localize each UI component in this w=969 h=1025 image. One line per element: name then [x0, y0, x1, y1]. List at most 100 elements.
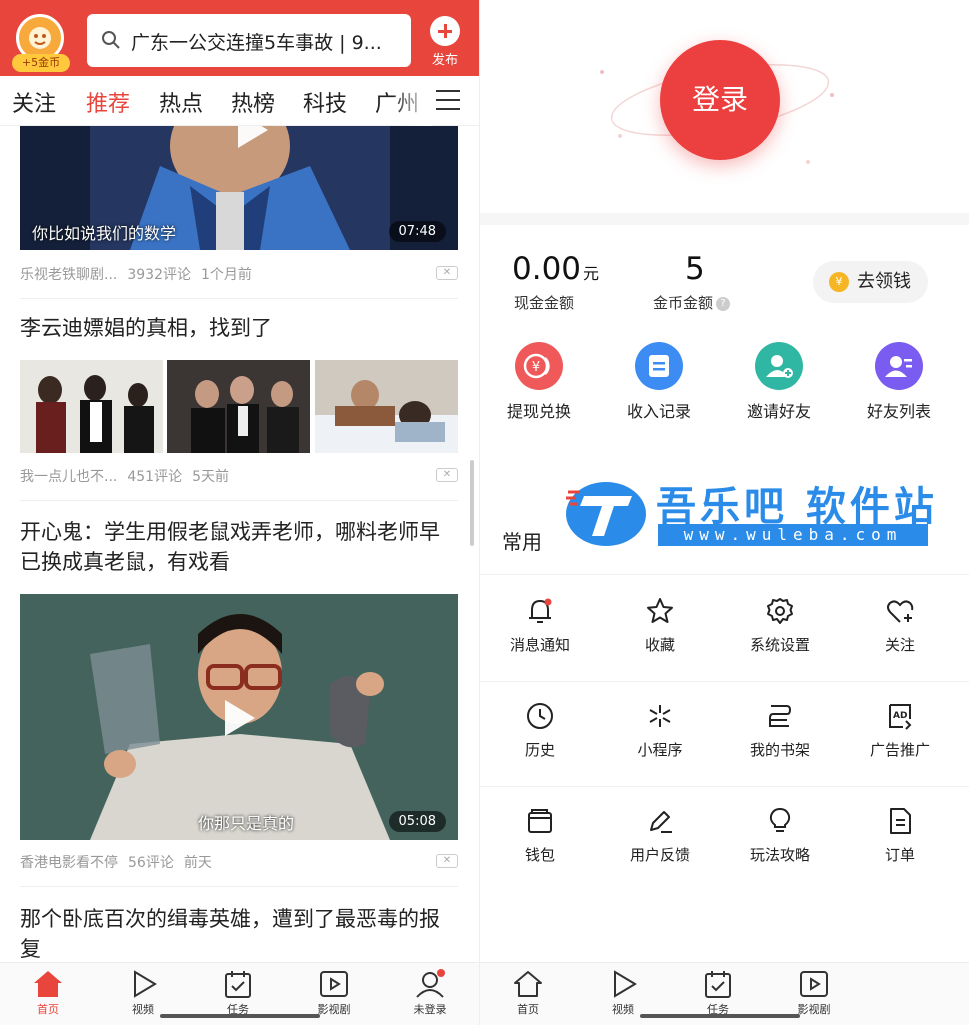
feed-meta-1: 乐视老铁聊剧... 3932评论 1个月前 [20, 264, 262, 284]
quick-label: 收入记录 [626, 402, 691, 421]
post-time: 1个月前 [201, 267, 252, 283]
login-header: 登录 [480, 0, 969, 213]
nav-task[interactable]: 任务 [206, 969, 270, 1017]
profile-screen: 登录 0.00 元 现金金额 5 金币金额? ¥ 去领钱 ¥ 提现兑换 收入记录 … [479, 0, 969, 1025]
tab-recommend[interactable]: 推荐 [86, 86, 130, 118]
nav-drama[interactable]: 影视剧 [302, 969, 366, 1017]
cash-amount[interactable]: 0.00 元 [512, 251, 599, 287]
nav-home[interactable]: 首页 [496, 969, 560, 1017]
article-image-1[interactable] [20, 360, 163, 453]
task-calendar-icon [225, 971, 251, 998]
feed-list: 你比如说我们的数学 07:48 乐视老铁聊剧... 3932评论 1个月前 ✕ 李云… [0, 126, 479, 962]
grid-history[interactable]: 历史 [480, 701, 600, 760]
video-duration: 05:08 [388, 811, 446, 832]
home-indicator[interactable] [640, 1014, 800, 1018]
quick-exchange[interactable]: ¥ 提现兑换 [484, 342, 594, 422]
home-indicator[interactable] [160, 1014, 320, 1018]
coin-badge: +5金币 [12, 54, 70, 72]
divider [480, 681, 969, 682]
grid-settings[interactable]: 系统设置 [720, 596, 840, 655]
grid-feedback[interactable]: 用户反馈 [600, 806, 720, 865]
quick-invite[interactable]: 邀请好友 [724, 342, 834, 422]
mini-program-icon [649, 705, 671, 727]
coin-label: 金币金额 [653, 294, 714, 312]
tab-follow[interactable]: 关注 [12, 86, 56, 118]
quick-income-record[interactable]: 收入记录 [604, 342, 714, 422]
tab-tech[interactable]: 科技 [303, 86, 347, 118]
nav-video[interactable]: 视频 [591, 969, 655, 1017]
video-thumbnail-1[interactable]: 你比如说我们的数学 07:48 [20, 126, 458, 250]
divider [20, 886, 458, 887]
grid-label: 用户反馈 [629, 846, 690, 864]
play-icon [238, 126, 268, 148]
top-bar: +5金币 广东一公交连撞5车事故 | 9... 发布 [0, 0, 479, 76]
coin-amount[interactable]: 5 [685, 251, 705, 287]
quick-label: 提现兑换 [506, 402, 571, 421]
lightbulb-icon [769, 807, 791, 832]
quick-label: 好友列表 [866, 402, 931, 421]
grid-follow[interactable]: 关注 [840, 596, 960, 655]
tab-hot[interactable]: 热点 [159, 86, 203, 118]
grid-label: 订单 [884, 846, 915, 864]
search-input[interactable]: 广东一公交连撞5车事故 | 9... [87, 14, 411, 67]
invite-icon [755, 342, 803, 390]
get-money-button[interactable]: ¥ 去领钱 [813, 261, 928, 303]
login-button[interactable]: 登录 [660, 40, 780, 160]
grid-label: 广告推广 [869, 741, 930, 759]
source-name: 香港电影看不停 [20, 855, 118, 871]
grid-favorite[interactable]: 收藏 [600, 596, 720, 655]
nav-video[interactable]: 视频 [111, 969, 175, 1017]
grid-wallet[interactable]: 钱包 [480, 806, 600, 865]
clock-icon [527, 703, 553, 729]
comment-count: 56评论 [128, 855, 174, 871]
nav-drama[interactable]: 影视剧 [782, 969, 846, 1017]
quick-friend-list[interactable]: 好友列表 [844, 342, 954, 422]
grid-ads[interactable]: AD 广告推广 [840, 701, 960, 760]
grid-bookshelf[interactable]: 我的书架 [720, 701, 840, 760]
tab-hot-list[interactable]: 热榜 [231, 86, 275, 118]
nav-not-logged-in[interactable]: 未登录 [398, 969, 462, 1017]
feed-meta-3: 香港电影看不停 56评论 前天 [20, 852, 222, 872]
coin-label-wrap: 金币金额? [653, 292, 731, 313]
publish-button[interactable]: 发布 [424, 14, 466, 70]
dislike-close-icon[interactable]: ✕ [436, 854, 458, 868]
star-icon [647, 598, 673, 623]
feed-meta-2: 我一点儿也不... 451评论 5天前 [20, 466, 239, 486]
video-play-icon [134, 970, 157, 998]
article-title-4[interactable]: 那个卧底百次的缉毒英雄，遭到了最恶毒的报复 [20, 904, 460, 962]
post-time: 前天 [183, 855, 212, 871]
grid-message[interactable]: 消息通知 [480, 596, 600, 655]
heart-plus-icon [887, 600, 914, 623]
feed-scrollbar[interactable] [470, 460, 474, 546]
video-duration: 07:48 [388, 221, 446, 242]
wallet-icon [528, 809, 552, 833]
comment-count: 3932评论 [127, 267, 191, 283]
article-title-3[interactable]: 开心鬼：学生用假老鼠戏弄老师，哪料老师早已换成真老鼠，有戏看 [20, 517, 460, 577]
bell-icon [529, 598, 552, 623]
watermark-emblem-icon [566, 482, 646, 546]
grid-orders[interactable]: 订单 [840, 806, 960, 865]
task-calendar-icon [705, 971, 731, 998]
grid-mini-program[interactable]: 小程序 [600, 701, 720, 760]
article-image-2[interactable] [167, 360, 310, 453]
svg-text:¥: ¥ [532, 360, 540, 375]
grid-label: 系统设置 [749, 636, 810, 654]
coin-avatar-button[interactable]: +5金币 [12, 14, 70, 72]
nav-home[interactable]: 首页 [16, 969, 80, 1017]
friends-icon [875, 342, 923, 390]
news-feed-screen: +5金币 广东一公交连撞5车事故 | 9... 发布 关注 推荐 热点 热榜 科… [0, 0, 479, 1025]
publish-label: 发布 [431, 53, 458, 68]
dislike-close-icon[interactable]: ✕ [436, 266, 458, 280]
video-thumbnail-2[interactable]: 你那只是真的 05:08 [20, 594, 458, 840]
grid-guide[interactable]: 玩法攻略 [720, 806, 840, 865]
home-icon [34, 971, 62, 997]
nav-task[interactable]: 任务 [686, 969, 750, 1017]
channel-menu-icon[interactable] [436, 90, 460, 112]
play-icon [225, 700, 255, 736]
grid-label: 关注 [884, 636, 915, 654]
section-gap [480, 213, 969, 225]
help-icon[interactable]: ? [716, 296, 731, 311]
dislike-close-icon[interactable]: ✕ [436, 468, 458, 482]
article-title-2[interactable]: 李云迪嫖娼的真相，找到了 [20, 313, 460, 343]
article-image-3[interactable] [315, 360, 458, 453]
